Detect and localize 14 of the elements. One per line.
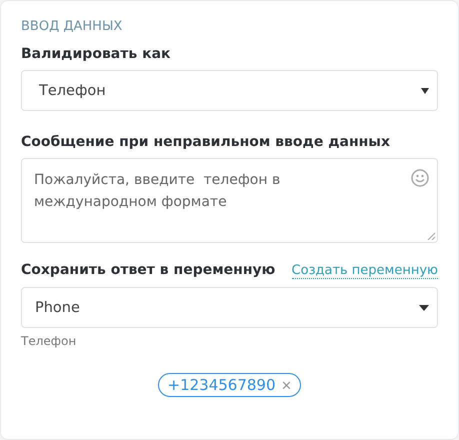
section-title: ВВОД ДАННЫХ (21, 19, 124, 34)
variable-select[interactable]: Phone (21, 287, 438, 328)
message-textarea[interactable]: Пожалуйста, введите телефон в международном формате (21, 158, 438, 243)
variable-hint: Телефон (21, 334, 78, 348)
resize-handle-icon[interactable] (427, 232, 435, 240)
caret-icon (421, 88, 429, 94)
field-label: Сохранить ответ в переменную (21, 262, 276, 278)
field-label: Сообщение при неправильном вводе данных (21, 134, 391, 150)
field-label: Валидировать как (21, 46, 172, 62)
create-variable-link[interactable]: Создать переменную (292, 263, 438, 279)
validate-select[interactable]: Телефон (21, 70, 438, 111)
caret-icon (419, 304, 429, 310)
phone-chip: +1234567890 × (158, 373, 302, 397)
emoji-icon[interactable] (411, 169, 429, 187)
